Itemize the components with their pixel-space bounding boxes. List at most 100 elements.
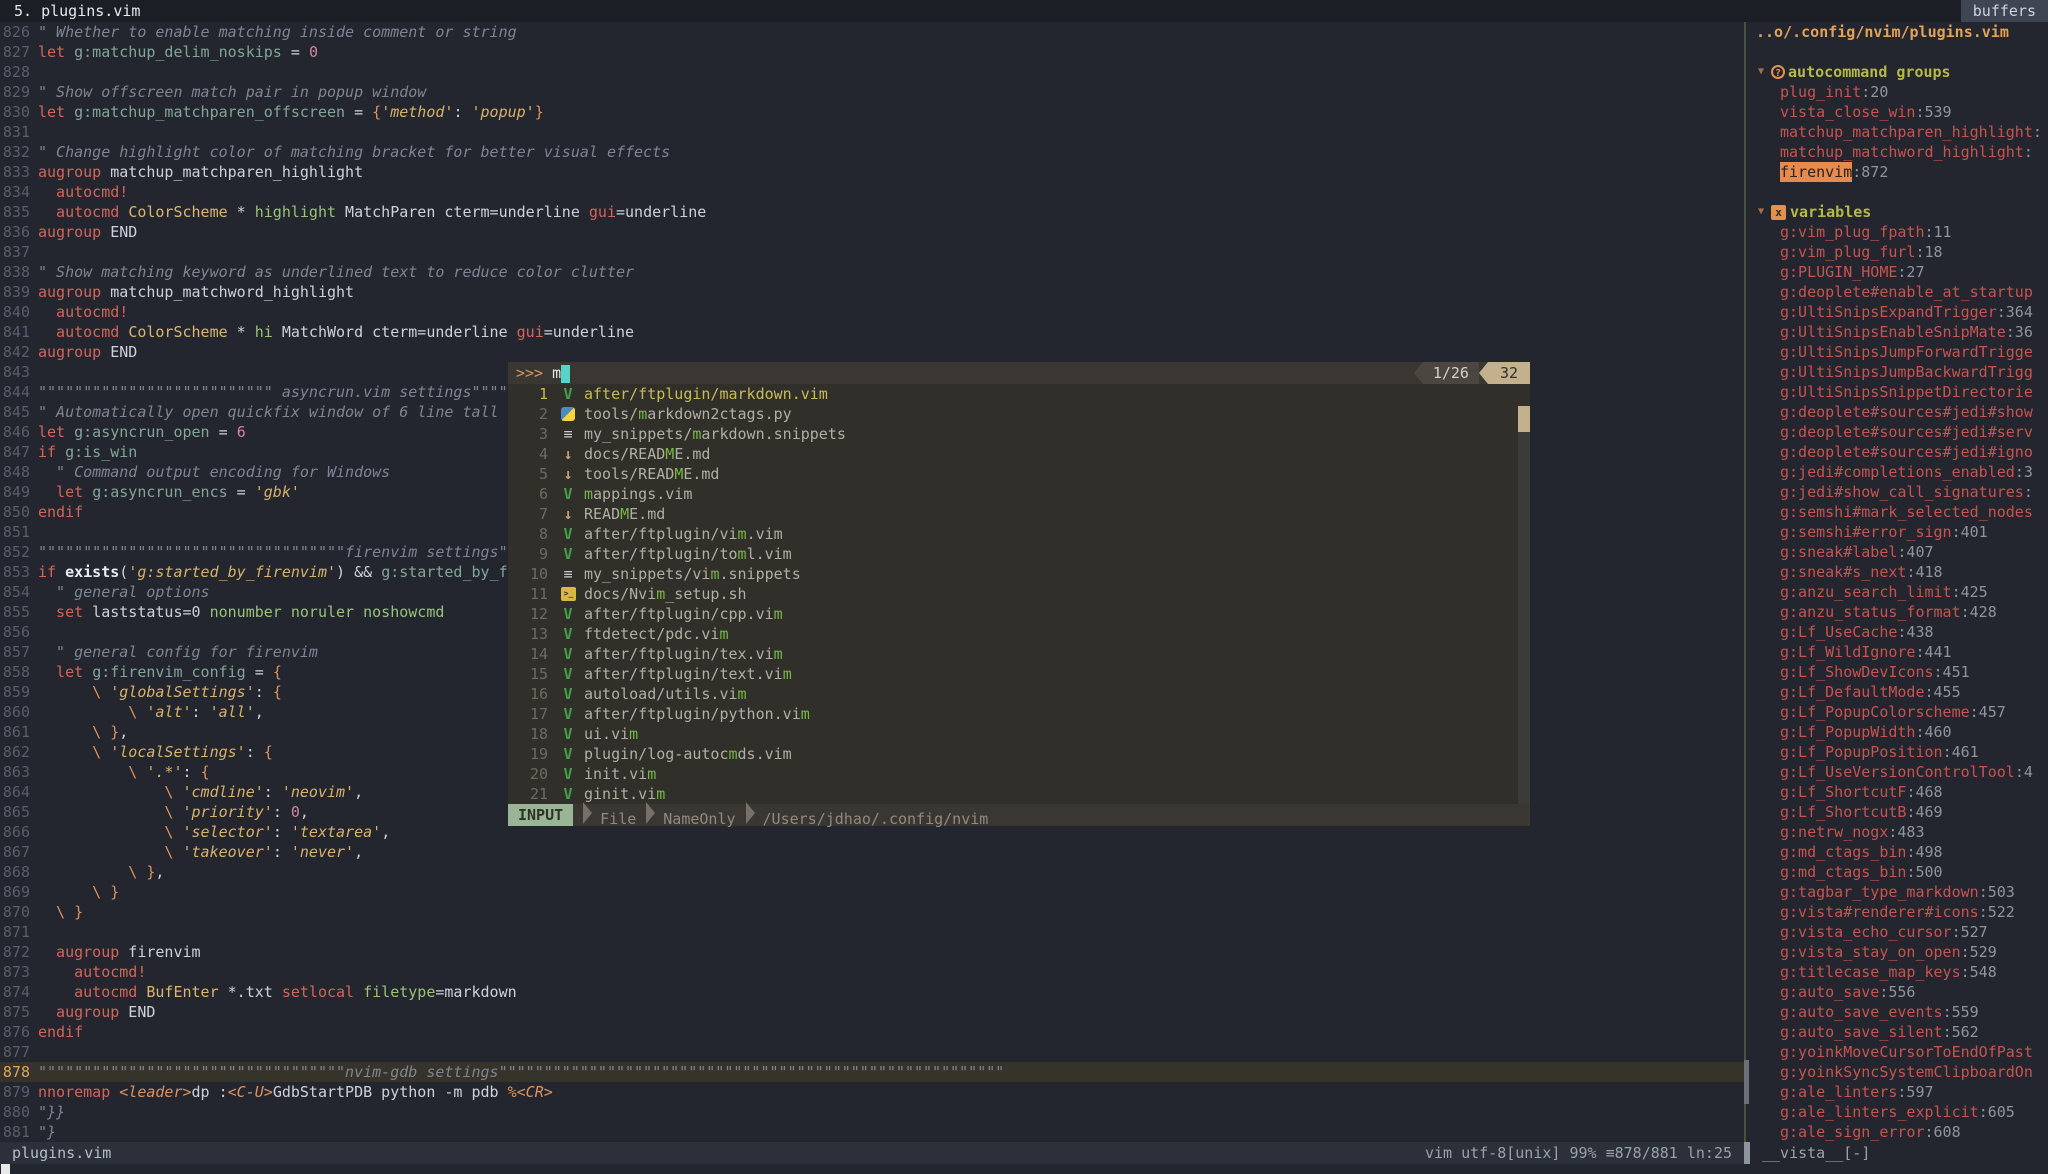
file-row[interactable]: 16Vautoload/utils.vim [508, 684, 1530, 704]
code-line[interactable]: 831 [0, 122, 1744, 142]
code-line[interactable]: 870 \ } [0, 902, 1744, 922]
code-line[interactable]: 830let g:matchup_matchparen_offscreen = … [0, 102, 1744, 122]
code-line[interactable]: 826" Whether to enable matching inside c… [0, 22, 1744, 42]
code-line[interactable]: 881"} [0, 1122, 1744, 1142]
code-line[interactable]: 832" Change highlight color of matching … [0, 142, 1744, 162]
file-row[interactable]: 19Vplugin/log-autocmds.vim [508, 744, 1530, 764]
code-line[interactable]: 829" Show offscreen match pair in popup … [0, 82, 1744, 102]
code-line[interactable]: 840 autocmd! [0, 302, 1744, 322]
tag-item[interactable]: g:Lf_PopupColorscheme:457 [1746, 702, 2048, 722]
tag-item[interactable]: g:deoplete#sources#jedi#show [1746, 402, 2048, 422]
fuzzy-input-bar[interactable]: >>> m 1/26 32 [508, 362, 1530, 384]
file-row[interactable]: 21Vginit.vim [508, 784, 1530, 804]
tag-item[interactable]: g:yoinkMoveCursorToEndOfPast [1746, 1042, 2048, 1062]
tag-item[interactable]: g:md_ctags_bin:500 [1746, 862, 2048, 882]
code-line[interactable]: 879nnoremap <leader>dp :<C-U>GdbStartPDB… [0, 1082, 1744, 1102]
file-row[interactable]: 13Vftdetect/pdc.vim [508, 624, 1530, 644]
tag-item[interactable]: g:Lf_UseVersionControlTool:4 [1746, 762, 2048, 782]
code-line[interactable]: 827let g:matchup_delim_noskips = 0 [0, 42, 1744, 62]
code-line[interactable]: 872 augroup firenvim [0, 942, 1744, 962]
tag-item[interactable]: g:yoinkSyncSystemClipboardOn [1746, 1062, 2048, 1082]
popup-scrollbar[interactable] [1518, 406, 1530, 804]
file-row[interactable]: 5↓tools/README.md [508, 464, 1530, 484]
vista-section-autocommand-groups[interactable]: ▼?autocommand groups [1746, 62, 2048, 82]
code-line[interactable]: 877 [0, 1042, 1744, 1062]
tag-item[interactable]: g:anzu_status_format:428 [1746, 602, 2048, 622]
file-row[interactable]: 11>_docs/Nvim_setup.sh [508, 584, 1530, 604]
file-row[interactable]: 20Vinit.vim [508, 764, 1530, 784]
tag-item[interactable]: g:Lf_WildIgnore:441 [1746, 642, 2048, 662]
tag-item[interactable]: g:auto_save_silent:562 [1746, 1022, 2048, 1042]
command-line[interactable] [0, 1164, 2048, 1174]
vista-section-variables[interactable]: ▼xvariables [1746, 202, 2048, 222]
file-row[interactable]: 14Vafter/ftplugin/tex.vim [508, 644, 1530, 664]
code-line[interactable]: 873 autocmd! [0, 962, 1744, 982]
tag-item[interactable]: g:sneak#label:407 [1746, 542, 2048, 562]
tag-item[interactable]: g:netrw_nogx:483 [1746, 822, 2048, 842]
code-line[interactable]: 880"}} [0, 1102, 1744, 1122]
file-row[interactable]: 2tools/markdown2ctags.py [508, 404, 1530, 424]
tag-item[interactable]: g:ale_sign_error:608 [1746, 1122, 2048, 1142]
file-row[interactable]: 9Vafter/ftplugin/toml.vim [508, 544, 1530, 564]
code-line[interactable]: 842augroup END [0, 342, 1744, 362]
file-row[interactable]: 8Vafter/ftplugin/vim.vim [508, 524, 1530, 544]
tag-item[interactable]: g:anzu_search_limit:425 [1746, 582, 2048, 602]
code-line[interactable]: 868 \ }, [0, 862, 1744, 882]
file-row[interactable]: 10≡my_snippets/vim.snippets [508, 564, 1530, 584]
code-line[interactable]: 828 [0, 62, 1744, 82]
tag-item[interactable]: g:UltiSnipsEnableSnipMate:36 [1746, 322, 2048, 342]
tag-item[interactable]: g:UltiSnipsExpandTrigger:364 [1746, 302, 2048, 322]
tag-item[interactable]: g:Lf_ShowDevIcons:451 [1746, 662, 2048, 682]
tag-item[interactable]: g:deoplete#sources#jedi#igno [1746, 442, 2048, 462]
popup-scrollbar-thumb[interactable] [1518, 406, 1530, 432]
tag-item[interactable]: matchup_matchparen_highlight: [1746, 122, 2048, 142]
code-line[interactable]: 867 \ 'takeover': 'never', [0, 842, 1744, 862]
code-line[interactable]: 837 [0, 242, 1744, 262]
tag-item[interactable]: g:UltiSnipsSnippetDirectorie [1746, 382, 2048, 402]
file-row[interactable]: 6Vmappings.vim [508, 484, 1530, 504]
code-line[interactable]: 838" Show matching keyword as underlined… [0, 262, 1744, 282]
tag-item[interactable]: g:semshi#mark_selected_nodes [1746, 502, 2048, 522]
tab-plugins-vim[interactable]: 5. plugins.vim [0, 0, 154, 22]
code-line[interactable]: 835 autocmd ColorScheme * highlight Matc… [0, 202, 1744, 222]
tag-item[interactable]: g:Lf_UseCache:438 [1746, 622, 2048, 642]
code-line[interactable]: 875 augroup END [0, 1002, 1744, 1022]
file-row[interactable]: 7↓README.md [508, 504, 1530, 524]
file-row[interactable]: 18Vui.vim [508, 724, 1530, 744]
tag-item[interactable]: g:auto_save:556 [1746, 982, 2048, 1002]
fuzzy-input[interactable]: m [552, 363, 561, 383]
code-line[interactable]: 833augroup matchup_matchparen_highlight [0, 162, 1744, 182]
tag-item[interactable]: g:vim_plug_furl:18 [1746, 242, 2048, 262]
tag-item[interactable]: matchup_matchword_highlight: [1746, 142, 2048, 162]
tag-item[interactable]: firenvim:872 [1746, 162, 2048, 182]
code-line[interactable]: 839augroup matchup_matchword_highlight [0, 282, 1744, 302]
tag-item[interactable]: g:md_ctags_bin:498 [1746, 842, 2048, 862]
tag-item[interactable]: g:Lf_ShortcutB:469 [1746, 802, 2048, 822]
code-line[interactable]: 878""""""""""""""""""""""""""""""""""nvi… [0, 1062, 1744, 1082]
code-line[interactable]: 869 \ } [0, 882, 1744, 902]
file-row[interactable]: 12Vafter/ftplugin/cpp.vim [508, 604, 1530, 624]
tag-item[interactable]: g:semshi#error_sign:401 [1746, 522, 2048, 542]
tag-item[interactable]: g:vista_echo_cursor:527 [1746, 922, 2048, 942]
tag-item[interactable]: g:UltiSnipsJumpForwardTrigge [1746, 342, 2048, 362]
tag-item[interactable]: g:vista#renderer#icons:522 [1746, 902, 2048, 922]
tag-item[interactable]: g:Lf_ShortcutF:468 [1746, 782, 2048, 802]
tag-item[interactable]: g:PLUGIN_HOME:27 [1746, 262, 2048, 282]
file-row[interactable]: 15Vafter/ftplugin/text.vim [508, 664, 1530, 684]
code-line[interactable]: 834 autocmd! [0, 182, 1744, 202]
file-row[interactable]: 4↓docs/README.md [508, 444, 1530, 464]
file-row[interactable]: 17Vafter/ftplugin/python.vim [508, 704, 1530, 724]
tag-item[interactable]: g:titlecase_map_keys:548 [1746, 962, 2048, 982]
tag-item[interactable]: g:Lf_PopupWidth:460 [1746, 722, 2048, 742]
tag-item[interactable]: g:jedi#show_call_signatures: [1746, 482, 2048, 502]
tag-item[interactable]: g:vista_stay_on_open:529 [1746, 942, 2048, 962]
tab-buffers[interactable]: buffers [1961, 0, 2048, 22]
tag-item[interactable]: g:auto_save_events:559 [1746, 1002, 2048, 1022]
file-row[interactable]: 3≡my_snippets/markdown.snippets [508, 424, 1530, 444]
code-line[interactable]: 871 [0, 922, 1744, 942]
tag-item[interactable]: g:ale_linters:597 [1746, 1082, 2048, 1102]
tag-item[interactable]: g:sneak#s_next:418 [1746, 562, 2048, 582]
code-line[interactable]: 876endif [0, 1022, 1744, 1042]
tag-item[interactable]: plug_init:20 [1746, 82, 2048, 102]
tag-item[interactable]: g:deoplete#sources#jedi#serv [1746, 422, 2048, 442]
